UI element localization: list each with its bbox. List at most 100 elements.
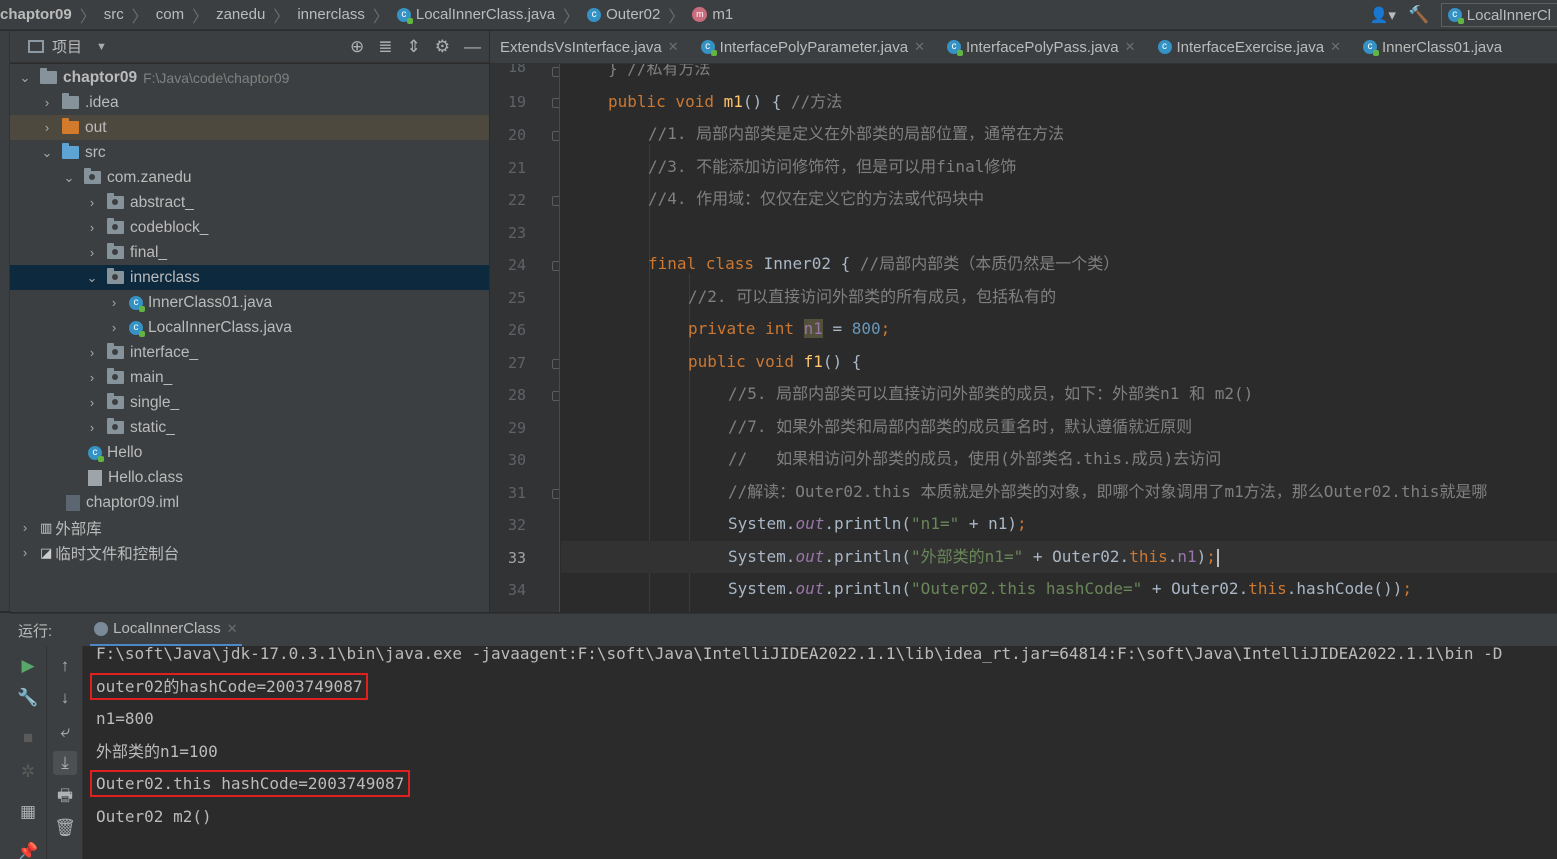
close-icon[interactable]: ✕ xyxy=(668,39,679,55)
fold-marker-icon[interactable] xyxy=(552,261,559,271)
code-token: //4. 作用域：仅仅在定义它的方法或代码块中 xyxy=(648,189,985,208)
debug-icon[interactable]: ✲ xyxy=(16,760,40,784)
tree-item-innerclass[interactable]: ⌄ innerclass xyxy=(10,265,489,290)
tree-item-single[interactable]: › single_ xyxy=(10,390,489,415)
chevron-down-icon[interactable]: ▼ xyxy=(96,41,107,53)
breadcrumb-class[interactable]: c Outer02 xyxy=(583,6,664,23)
tree-item-src[interactable]: ⌄ src xyxy=(10,140,489,165)
chevron-right-icon[interactable]: › xyxy=(18,545,32,560)
tree-item-scratches[interactable]: › ◪ 临时文件和控制台 xyxy=(10,540,489,565)
java-class-icon: c xyxy=(396,7,413,24)
tree-item-com-zanedu[interactable]: ⌄ com.zanedu xyxy=(10,165,489,190)
tab-interfacepolypass[interactable]: c InterfacePolyPass.java ✕ xyxy=(936,31,1146,63)
pin-icon[interactable]: 📌 xyxy=(16,840,40,859)
scroll-to-end-icon[interactable]: ⤓ xyxy=(53,751,77,775)
tab-extendsvsinterface[interactable]: ExtendsVsInterface.java ✕ xyxy=(490,31,690,63)
wrench-icon[interactable]: 🔧 xyxy=(16,686,40,710)
run-configuration-selector[interactable]: c LocalInnerCl xyxy=(1440,3,1557,27)
tree-item-label: com.zanedu xyxy=(107,168,192,186)
project-panel-title[interactable]: 项目 xyxy=(52,36,82,57)
chevron-right-icon[interactable]: › xyxy=(85,395,99,410)
gear-icon[interactable]: ⚙ xyxy=(435,37,450,57)
package-icon xyxy=(107,268,124,284)
tree-item-main[interactable]: › main_ xyxy=(10,365,489,390)
collapse-all-icon[interactable]: ⇕ xyxy=(407,37,421,57)
fold-marker-icon[interactable] xyxy=(552,359,559,369)
close-icon[interactable]: ✕ xyxy=(1125,39,1136,55)
chevron-right-icon[interactable]: › xyxy=(85,245,99,260)
close-icon[interactable]: ✕ xyxy=(227,621,238,637)
code-editor[interactable]: } //私有方法 public void m1() { //方法 //1. 局部… xyxy=(561,64,1557,612)
fold-marker-icon[interactable] xyxy=(552,489,559,499)
tree-item-chaptor09[interactable]: ⌄ chaptor09 F:\Java\code\chaptor09 xyxy=(10,65,489,90)
tree-item-innerclass01[interactable]: › c InnerClass01.java xyxy=(10,290,489,315)
chevron-right-icon[interactable]: › xyxy=(18,520,32,535)
code-line-26: private int n1 = 800; xyxy=(688,313,1557,345)
breadcrumb-project[interactable]: chaptor09 xyxy=(0,6,76,23)
chevron-down-icon[interactable]: ⌄ xyxy=(85,270,99,286)
tree-item-external-libraries[interactable]: › ▥ 外部库 xyxy=(10,515,489,540)
chevron-down-icon[interactable]: ⌄ xyxy=(62,170,76,186)
print-icon[interactable]: 🖶 xyxy=(53,784,77,808)
chevron-right-icon[interactable]: › xyxy=(40,120,54,135)
chevron-right-icon[interactable]: › xyxy=(40,95,54,110)
user-icon[interactable]: 👤▾ xyxy=(1365,6,1401,24)
stop-icon[interactable]: ■ xyxy=(16,726,40,750)
code-token: Inner02 { xyxy=(763,254,860,273)
fold-marker-icon[interactable] xyxy=(552,98,559,108)
fold-marker-icon[interactable] xyxy=(552,131,559,141)
chevron-right-icon[interactable]: › xyxy=(107,320,121,335)
line-number: 22 xyxy=(507,191,526,209)
tree-item-static[interactable]: › static_ xyxy=(10,415,489,440)
tree-item-out[interactable]: › out xyxy=(10,115,489,140)
code-line-33: System.out.println("外部类的n1=" + Outer02.t… xyxy=(561,541,1557,573)
breadcrumb-zanedu[interactable]: zanedu xyxy=(212,6,269,23)
tree-item-localinnerclass[interactable]: › c LocalInnerClass.java xyxy=(10,315,489,340)
trash-icon[interactable]: 🗑 xyxy=(53,816,77,840)
tree-item-hello[interactable]: c Hello xyxy=(10,440,489,465)
layout-icon[interactable]: ▦ xyxy=(16,800,40,824)
tab-interfaceexercise[interactable]: c InterfaceExercise.java ✕ xyxy=(1147,31,1352,63)
breadcrumb-file[interactable]: c LocalInnerClass.java xyxy=(393,6,559,24)
tree-item-hello-class[interactable]: Hello.class xyxy=(10,465,489,490)
tree-item-interface[interactable]: › interface_ xyxy=(10,340,489,365)
tree-item-abstract[interactable]: › abstract_ xyxy=(10,190,489,215)
chevron-down-icon[interactable]: ⌄ xyxy=(18,70,32,86)
chevron-right-icon[interactable]: › xyxy=(85,345,99,360)
chevron-right-icon[interactable]: › xyxy=(85,220,99,235)
fold-marker-icon[interactable] xyxy=(552,391,559,401)
tree-item-idea[interactable]: › .idea xyxy=(10,90,489,115)
chevron-right-icon[interactable]: › xyxy=(85,195,99,210)
close-icon[interactable]: ✕ xyxy=(914,39,925,55)
soft-wrap-icon[interactable]: ⤶ xyxy=(53,720,77,744)
close-icon[interactable]: ✕ xyxy=(1330,39,1341,55)
tree-item-codeblock[interactable]: › codeblock_ xyxy=(10,215,489,240)
hide-icon[interactable]: — xyxy=(464,37,481,57)
tab-interfacepolyparameter[interactable]: c InterfacePolyParameter.java ✕ xyxy=(690,31,936,63)
build-hammer-icon[interactable]: 🔨 xyxy=(1401,5,1437,25)
java-class-icon: c xyxy=(88,445,104,462)
tree-item-final[interactable]: › final_ xyxy=(10,240,489,265)
locate-icon[interactable]: ⊕ xyxy=(350,37,364,57)
chevron-down-icon[interactable]: ⌄ xyxy=(40,145,54,161)
run-tab-localinnerclass[interactable]: LocalInnerClass ✕ xyxy=(90,614,242,647)
tree-item-label: interface_ xyxy=(130,343,199,361)
breadcrumb-innerclass[interactable]: innerclass xyxy=(293,6,369,23)
arrow-up-icon[interactable]: ↑ xyxy=(53,654,77,678)
tab-innerclass01[interactable]: c InnerClass01.java xyxy=(1352,31,1513,63)
breadcrumb-method[interactable]: m m1 xyxy=(688,6,737,23)
fold-marker-icon[interactable] xyxy=(552,67,559,77)
console-output[interactable]: F:\soft\Java\jdk-17.0.3.1\bin\java.exe -… xyxy=(83,646,1557,859)
fold-marker-icon[interactable] xyxy=(552,196,559,206)
breadcrumb-com[interactable]: com xyxy=(152,6,188,23)
chevron-right-icon[interactable]: › xyxy=(85,420,99,435)
tree-item-iml[interactable]: chaptor09.iml xyxy=(10,490,489,515)
chevron-right-icon[interactable]: › xyxy=(107,295,121,310)
arrow-down-icon[interactable]: ↓ xyxy=(53,686,77,710)
expand-all-icon[interactable]: ≣ xyxy=(378,37,392,57)
breadcrumb-src[interactable]: src xyxy=(100,6,128,23)
line-number: 33 xyxy=(507,549,526,567)
rerun-icon[interactable]: ▶ xyxy=(16,654,40,678)
package-icon xyxy=(84,168,101,184)
chevron-right-icon[interactable]: › xyxy=(85,370,99,385)
